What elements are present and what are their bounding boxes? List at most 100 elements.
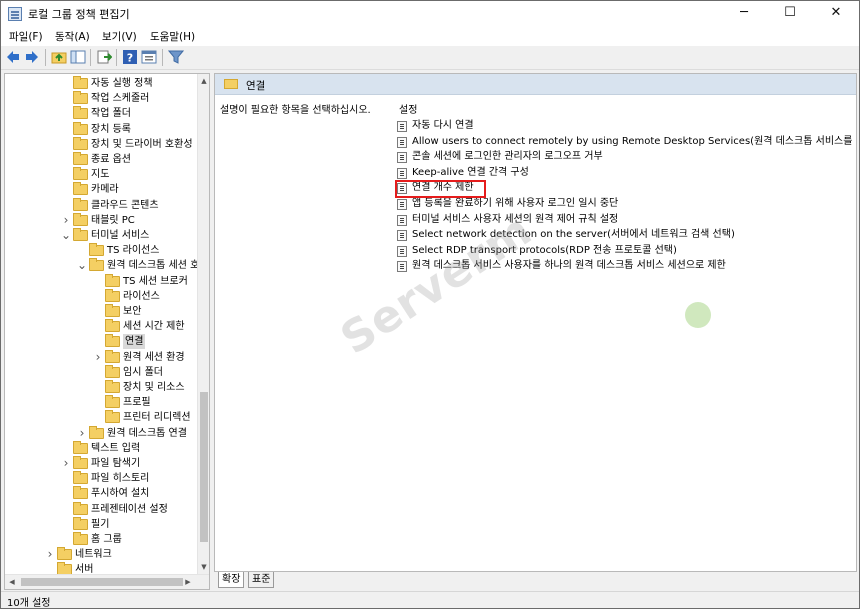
setting-label: Allow users to connect remotely by using… xyxy=(412,135,857,147)
policy-setting-icon xyxy=(397,214,407,226)
chevron-down-icon[interactable]: ⌄ xyxy=(77,258,87,273)
scroll-right-icon[interactable]: ▶ xyxy=(181,575,195,589)
tree-item[interactable]: 자동 실행 정책 xyxy=(5,76,197,91)
tree-item[interactable]: 장치 및 드라이버 호환성 xyxy=(5,136,197,152)
scroll-thumb[interactable] xyxy=(21,578,183,586)
tree-item[interactable]: 카메라 xyxy=(5,182,197,197)
tree-item[interactable]: TS 라이선스 xyxy=(5,243,197,258)
folder-icon xyxy=(73,440,88,454)
tree-item[interactable]: 보안 xyxy=(5,304,197,319)
tree-item-label: 종료 옵션 xyxy=(91,154,131,165)
tree-item[interactable]: 필기 xyxy=(5,516,197,532)
back-icon[interactable] xyxy=(5,49,21,65)
tree-item-label: 임시 폴더 xyxy=(123,366,163,378)
tab-standard[interactable]: 표준 xyxy=(248,572,275,588)
folder-icon xyxy=(73,532,88,545)
tree-item[interactable]: 프레젠테이션 설정 xyxy=(5,501,197,517)
tab-extended[interactable]: 확장 xyxy=(218,572,245,588)
show-tree-icon[interactable] xyxy=(70,49,86,65)
tree-item[interactable]: 장치 등록 xyxy=(5,121,197,137)
scroll-thumb[interactable] xyxy=(200,392,208,542)
tree-item[interactable]: ⌄ 원격 데스크톱 세션 호스트 xyxy=(5,258,209,273)
tree-item[interactable]: › 원격 데스크톱 연결 xyxy=(5,425,197,441)
folder-icon xyxy=(73,471,88,485)
tree-item-label: 원격 데스크톱 세션 호스트 xyxy=(107,260,210,272)
tree-item[interactable]: 파일 히스토리 xyxy=(5,471,197,486)
tree-item[interactable]: 라이선스 xyxy=(5,288,197,304)
tree-item[interactable]: 장치 및 리소스 xyxy=(5,380,197,395)
tree-item[interactable]: › 원격 세션 환경 xyxy=(5,349,197,365)
tree-item[interactable]: 텍스트 입력 xyxy=(5,440,197,456)
tree-item-label: TS 라이선스 xyxy=(107,245,160,257)
chevron-right-icon[interactable]: › xyxy=(93,350,103,365)
tree-item[interactable]: 작업 스케줄러 xyxy=(5,91,197,106)
policy-setting-icon xyxy=(397,199,407,210)
tree-item[interactable]: 지도 xyxy=(5,167,197,182)
tree-item[interactable]: 작업 폴더 xyxy=(5,106,197,121)
tree-item[interactable]: TS 세션 브로커 xyxy=(5,273,197,289)
folder-icon xyxy=(73,121,88,135)
scroll-up-icon[interactable]: ▲ xyxy=(198,74,209,88)
close-button[interactable]: ✕ xyxy=(813,1,859,27)
tree-item-label: 프로필 xyxy=(123,397,151,409)
tree-item-label: 홈 그룹 xyxy=(91,534,122,545)
tree-item[interactable]: 홈 그룹 xyxy=(5,532,197,547)
export-list-icon[interactable] xyxy=(96,49,112,65)
minimize-button[interactable]: ─ xyxy=(721,1,767,27)
description-text: 설명이 필요한 항목을 선택하십시오. xyxy=(220,105,371,116)
tree-item[interactable]: 푸시하여 설치 xyxy=(5,486,197,501)
tree-item-label: 파일 탐색기 xyxy=(91,458,141,469)
tree-item[interactable]: 종료 옵션 xyxy=(5,152,197,167)
tree-item[interactable]: ⌄ 터미널 서비스 xyxy=(5,228,197,243)
maximize-button[interactable]: ☐ xyxy=(767,1,813,27)
filter-icon[interactable] xyxy=(168,49,184,65)
tree-vertical-scrollbar[interactable]: ▲ ▼ xyxy=(197,74,209,574)
folder-icon xyxy=(105,410,120,424)
tree-item[interactable]: 세션 시간 제한 xyxy=(5,319,197,334)
folder-icon xyxy=(73,486,88,500)
properties-icon[interactable] xyxy=(141,49,157,65)
folder-icon xyxy=(73,456,88,469)
tree-item-label: 장치 및 드라이버 호환성 xyxy=(91,138,193,150)
menu-file[interactable]: 파일(F) xyxy=(9,29,43,44)
chevron-right-icon[interactable]: › xyxy=(61,213,71,228)
scroll-left-icon[interactable]: ◀ xyxy=(5,575,19,589)
folder-icon xyxy=(73,228,88,241)
settings-column-header[interactable]: 설정 xyxy=(399,101,417,116)
window-title: 로컬 그룹 정책 편집기 xyxy=(28,8,130,21)
tree-item[interactable]: › 파일 탐색기 xyxy=(5,456,197,471)
setting-label: Keep-alive 연결 간격 구성 xyxy=(412,166,529,178)
tree-item[interactable]: 연결 xyxy=(5,334,197,350)
tree-item-label: 장치 및 리소스 xyxy=(123,382,185,393)
policy-setting-icon xyxy=(397,136,407,148)
chevron-right-icon[interactable]: › xyxy=(77,426,87,441)
tree-item[interactable]: › 태블릿 PC xyxy=(5,212,197,228)
toolbar: ? xyxy=(1,46,859,70)
folder-icon xyxy=(73,182,88,196)
up-folder-icon[interactable] xyxy=(51,49,67,65)
tree-item-label: 작업 스케줄러 xyxy=(91,93,150,105)
forward-icon[interactable] xyxy=(24,49,40,65)
chevron-right-icon[interactable]: › xyxy=(45,547,55,562)
tree-horizontal-scrollbar[interactable]: ◀ ▶ xyxy=(5,574,209,589)
menu-help[interactable]: 도움말(H) xyxy=(150,29,195,44)
menu-action[interactable]: 동작(A) xyxy=(55,29,90,44)
folder-icon xyxy=(105,334,120,348)
tree-item[interactable]: › 네트워크 xyxy=(5,547,197,562)
folder-icon xyxy=(73,197,88,211)
chevron-right-icon[interactable]: › xyxy=(61,456,71,471)
scroll-down-icon[interactable]: ▼ xyxy=(198,560,209,574)
help-icon[interactable]: ? xyxy=(122,49,138,65)
tree-item[interactable]: 프로필 xyxy=(5,395,197,410)
menu-view[interactable]: 보기(V) xyxy=(102,29,137,44)
folder-icon xyxy=(73,501,88,515)
folder-icon xyxy=(73,167,88,181)
tree-item[interactable]: 프린터 리디렉션 xyxy=(5,410,197,425)
tree-item[interactable]: 임시 폴더 xyxy=(5,364,197,380)
tree-item[interactable]: 클라우드 콘텐츠 xyxy=(5,197,197,213)
chevron-down-icon[interactable]: ⌄ xyxy=(61,228,71,243)
navigation-tree[interactable]: 자동 실행 정책작업 스케줄러 작업 폴더 장치 등록 장치 및 드라이버 호환성종료… xyxy=(4,73,210,590)
tree-item-label: 푸시하여 설치 xyxy=(91,488,150,500)
toolbar-separator xyxy=(162,49,163,66)
folder-icon xyxy=(73,516,88,530)
